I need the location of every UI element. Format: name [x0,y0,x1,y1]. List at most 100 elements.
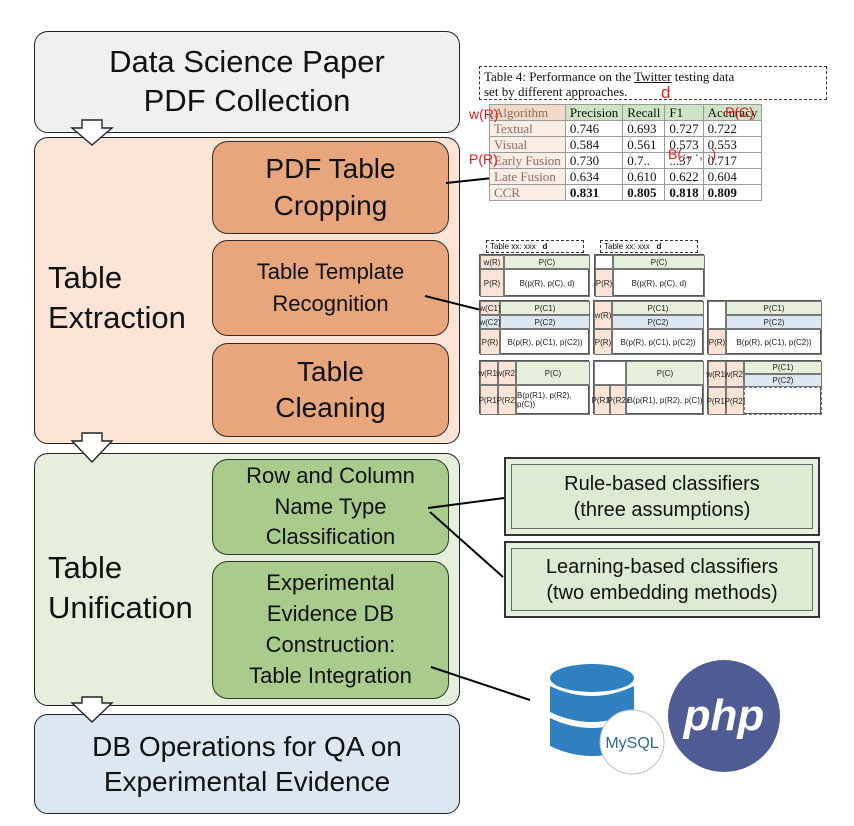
template-cell: P(C) [613,255,705,269]
header-cell: Algorithm [489,104,566,121]
header-cell: Recall [622,104,666,121]
table-header-row: Algorithm Precision Recall F1 Accuracy [489,104,763,121]
table-cell: 0.604 [702,168,763,185]
template-cell: w(C1) [479,301,501,315]
row-name-cell: Late Fusion [489,168,566,185]
caption-prefix: Table 4: Performance on the [484,69,635,84]
example-table: Algorithm Precision Recall F1 Accuracy T… [489,104,763,201]
table-row: Late Fusion 0.634 0.610 0.622 0.604 [489,168,763,185]
learning-based-classifier-box: Learning-based classifiers (two embeddin… [504,541,820,618]
template-row-column-hierarchy: w(R1) w(R2) P(C1) P(C2) P(R1) P(R2) [706,360,822,415]
table-cell: 0.622 [664,168,704,185]
table-cell: 0.584 [564,136,624,153]
template-cell: P(R) [480,269,504,297]
template-cell: P(C) [626,361,704,385]
row-name-cell: Early Fusion [489,152,566,169]
template-cell: w(C2) [479,315,501,329]
annotation-p-r: P(R) [469,151,498,167]
table-cell: 0.634 [564,168,624,185]
template-cell: P(R) [480,329,500,355]
mysql-database-icon: MySQL [550,664,665,775]
template-caption-d: d [542,242,548,251]
table-row: CCR 0.831 0.805 0.818 0.809 [489,184,763,201]
template-cell: w(R) [480,255,504,269]
classification-to-rule-line [427,496,513,509]
template-cell: w(R) [594,301,612,329]
table-row: Visual 0.584 0.561 0.573 0.553 [489,136,763,153]
template-caption-hint: Table xx: xxx [490,242,536,251]
rule-based-classifier-label: Rule-based classifiers (three assumption… [564,472,760,521]
template-caption: Table xx: xxx d [600,240,698,253]
template-simple: w(R) P(C) P(R) B(p(R), p(C), d) [479,254,590,297]
down-arrow-1 [70,119,114,146]
template-cell: w(R2) [496,361,518,385]
template-row-hierarchy: w(R1) w(R2) P(C) P(R1) P(R2) B(p(R1), p(… [478,360,590,415]
table-cell: 0.818 [664,184,704,201]
table-cell: 0.746 [564,120,624,137]
mysql-logo-text: MySQL [605,735,658,752]
template-simple: P(C) P(R) B(p(R), p(C), d) [594,254,705,297]
caption-underlined: Twitter [634,69,672,84]
table-cell: 0.809 [702,184,763,201]
template-cell: P(C1) [612,301,704,315]
template-cell: P(C) [516,361,590,385]
template-cell: P(C2) [744,374,822,387]
template-cell: P(C1) [726,301,822,315]
template-column-hierarchy: w(R) P(C1) P(C2) P(R) B(p(R), p(C1), p(C… [593,300,704,355]
annotation-b: B(·, ·, ·) [668,146,717,162]
template-cell: B(p(R1), p(R2), p(C)) [626,385,704,415]
template-cell: P(C) [504,255,590,269]
table-cell: 0.7.. [622,152,666,169]
template-caption-d: d [656,242,662,251]
template-cell: B(p(R), p(C1), p(C2)) [612,329,704,355]
template-cell: P(R) [594,329,612,355]
template-cell: P(C1) [500,301,590,315]
template-column-hierarchy: P(C1) P(C2) P(R) B(p(R), p(C1), p(C2)) [707,300,822,355]
caption-suffix: testing data [671,69,735,84]
template-cell: B(p(R1), p(R2), p(C)) [516,385,590,415]
row-name-cell: Textual [489,120,566,137]
template-row-hierarchy: P(C) P(R1) P(R2) B(p(R1), p(R2), p(C)) [592,360,704,415]
example-table-caption: Table 4: Performance on the Twitter test… [479,66,827,100]
table-cell: 0.805 [622,184,666,201]
header-cell: Precision [564,104,624,121]
template-cell [595,255,613,269]
annotation-p-c: P(C) [725,104,754,120]
table-cell: 0.831 [564,184,624,201]
rule-based-classifier-box: Rule-based classifiers (three assumption… [504,457,820,536]
template-cell [594,361,626,385]
annotation-d: d [661,83,671,102]
template-cell: P(R) [708,329,726,355]
table-row: Textual 0.746 0.693 0.727 0.722 [489,120,763,137]
integration-to-db-line [430,666,531,701]
template-cell: P(R2) [608,385,628,415]
table-cell: 0.730 [564,152,624,169]
template-cell: P(C2) [726,315,822,329]
row-name-cell: Visual [489,136,566,153]
down-arrow-2 [70,432,114,464]
template-cell: P(R1) [479,385,499,415]
template-cell: B(p(R), p(C), d) [613,269,705,297]
classification-to-learning-line [429,511,504,578]
table-cell: 0.727 [664,120,704,137]
template-cell [744,387,822,415]
php-logo-icon: php [668,660,780,772]
table-cell: 0.693 [622,120,666,137]
template-cell: P(R1) [707,387,727,415]
template-cell: P(R2) [497,385,517,415]
table-cell: 0.561 [622,136,666,153]
learning-based-classifier-label: Learning-based classifiers (two embeddin… [545,555,779,604]
annotation-w-r: w(R) [469,106,499,122]
table-cell: 0.610 [622,168,666,185]
template-cell: P(C1) [744,361,822,374]
table-cell: 0.722 [702,120,763,137]
template-caption-hint: Table xx: xxx [604,242,650,251]
table-row: Early Fusion 0.730 0.7.. ...37 0.717 [489,152,763,169]
template-cell [708,301,726,329]
template-cell: B(p(R), p(C), d) [504,269,590,297]
template-cell: B(p(R), p(C1), p(C2)) [726,329,822,355]
down-arrow-3 [70,696,114,723]
template-column-hierarchy: w(C1) P(C1) w(C2) P(C2) P(R) B(p(R), p(C… [479,300,590,355]
template-caption: Table xx: xxx d [486,240,584,253]
row-name-cell: CCR [489,184,566,201]
